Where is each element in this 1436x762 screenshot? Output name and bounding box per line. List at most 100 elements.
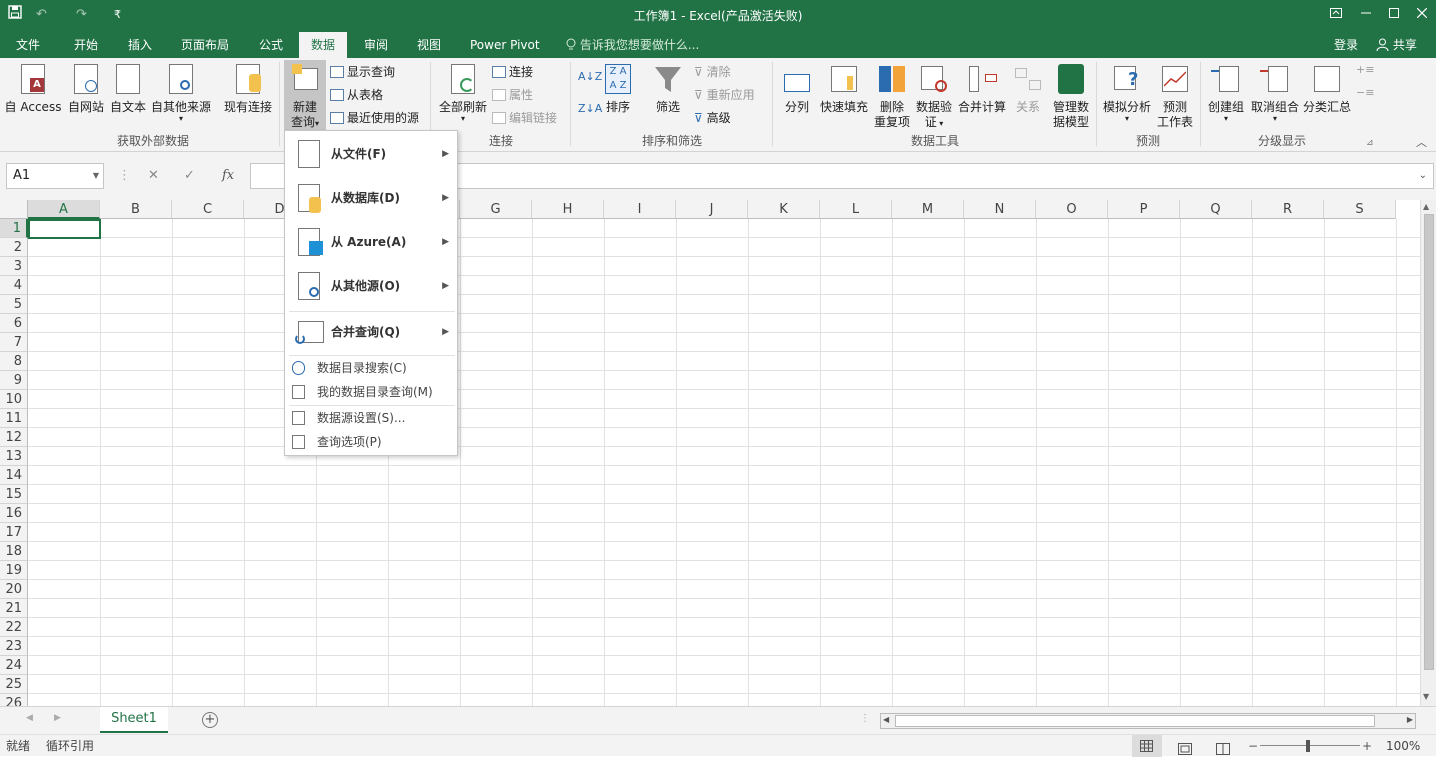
row-header[interactable]: 21 [0,599,28,618]
what-if-analysis-button[interactable]: ? 模拟分析 ▾ [1100,58,1154,123]
horizontal-scrollbar[interactable]: ◀ ▶ [880,713,1416,729]
menu-item-combine-queries[interactable]: 合并查询(Q) ▶ [285,310,457,354]
status-circular-reference[interactable]: 循环引用 [46,735,94,757]
zoom-out-icon[interactable]: − [1248,735,1258,757]
properties-button[interactable]: 属性 [492,86,533,104]
column-header[interactable]: M [892,200,964,219]
subtotal-button[interactable]: 分类汇总 [1302,58,1352,115]
row-header[interactable]: 6 [0,314,28,333]
menu-item-data-source-settings[interactable]: 数据源设置(S)... [285,406,457,430]
recent-sources-button[interactable]: 最近使用的源 [330,109,419,127]
save-icon[interactable] [8,5,22,25]
row-header[interactable]: 8 [0,352,28,371]
column-header[interactable]: R [1252,200,1324,219]
login-button[interactable]: 登录 [1334,32,1358,58]
clear-filter-button[interactable]: ⊽ 清除 [694,63,731,81]
group-button[interactable]: 创建组 ▾ [1204,58,1248,123]
h-scroll-thumb[interactable] [895,715,1375,727]
column-header[interactable]: B [100,200,172,219]
column-header[interactable]: I [604,200,676,219]
scroll-up-icon[interactable]: ▲ [1423,202,1429,211]
row-header[interactable]: 23 [0,637,28,656]
row-header[interactable]: 17 [0,523,28,542]
close-icon[interactable] [1408,0,1436,28]
scroll-right-small-icon[interactable]: ▶ [1407,715,1413,724]
from-access-button[interactable]: A 自 Access [4,58,62,115]
splitter-icon[interactable]: ⋮ [860,713,870,724]
connections-button[interactable]: 连接 [492,63,533,81]
advanced-filter-button[interactable]: ⊽ 高级 [694,109,731,127]
tab-power-pivot[interactable]: Power Pivot [464,32,546,58]
sort-descending-icon[interactable]: Z↓A [578,100,602,118]
sort-button[interactable]: Z AA Z 排序 [602,58,634,115]
redo-icon[interactable]: ↷ [76,5,87,25]
row-header[interactable]: 22 [0,618,28,637]
dialog-launcher-icon[interactable]: ⊿ [1366,134,1374,152]
row-header[interactable]: 16 [0,504,28,523]
row-header[interactable]: 25 [0,675,28,694]
relationships-button[interactable]: 关系 [1010,58,1046,115]
select-all-corner[interactable] [0,200,28,219]
text-to-columns-button[interactable]: 分列 [778,58,816,115]
scroll-thumb[interactable] [1424,214,1434,670]
column-header[interactable]: O [1036,200,1108,219]
worksheet-grid[interactable]: ABCDEFGHIJKLMNOPQRS 12345678910111213141… [0,200,1420,706]
sheet-tab-sheet1[interactable]: Sheet1 [100,707,168,733]
scroll-left-icon[interactable]: ◀ [26,713,33,723]
row-header[interactable]: 5 [0,295,28,314]
row-header[interactable]: 13 [0,447,28,466]
row-header[interactable]: 10 [0,390,28,409]
column-header[interactable]: P [1108,200,1180,219]
row-header[interactable]: 15 [0,485,28,504]
row-header[interactable]: 1 [0,219,28,238]
scroll-down-icon[interactable]: ▼ [1423,692,1429,701]
column-header[interactable]: J [676,200,748,219]
column-header[interactable]: K [748,200,820,219]
scroll-right-icon[interactable]: ▶ [54,713,61,723]
add-sheet-icon[interactable]: + [202,712,218,728]
menu-item-data-catalog-search[interactable]: 数据目录搜索(C) [285,356,457,380]
page-break-view-icon[interactable] [1216,740,1230,762]
menu-item-my-data-catalog-queries[interactable]: 我的数据目录查询(M) [285,380,457,404]
from-text-button[interactable]: 自文本 [108,58,148,115]
manage-data-model-button[interactable]: 管理数 据模型 [1048,58,1094,130]
undo-icon[interactable]: ↶ [36,5,47,25]
filter-button[interactable]: 筛选 [648,58,688,115]
zoom-slider[interactable] [1260,745,1360,746]
tell-me-box[interactable]: 告诉我您想要做什么... [566,32,699,58]
tab-view[interactable]: 视图 [411,32,447,58]
menu-item-from-file[interactable]: 从文件(F) ▶ [285,132,457,176]
collapse-ribbon-icon[interactable]: ︿ [1416,134,1427,152]
column-header[interactable]: N [964,200,1036,219]
name-box[interactable]: A1 ▼ [6,163,104,189]
data-validation-button[interactable]: 数据验 证 ▾ [914,58,954,131]
vertical-scrollbar[interactable]: ▲ ▼ [1420,200,1436,706]
column-header[interactable]: L [820,200,892,219]
cancel-icon[interactable]: ✕ [148,163,159,189]
from-other-sources-button[interactable]: 自其他来源 ▾ [148,58,214,123]
menu-item-from-azure[interactable]: 从 Azure(A) ▶ [285,220,457,264]
row-header[interactable]: 3 [0,257,28,276]
tab-data[interactable]: 数据 [299,32,347,58]
column-header[interactable]: Q [1180,200,1252,219]
row-header[interactable]: 20 [0,580,28,599]
row-header[interactable]: 11 [0,409,28,428]
scroll-left-small-icon[interactable]: ◀ [883,715,889,724]
show-detail-icon[interactable]: +≡ [1356,61,1374,79]
remove-duplicates-button[interactable]: 删除 重复项 [872,58,912,130]
sort-ascending-icon[interactable]: A↓Z [578,68,602,86]
zoom-level[interactable]: 100% [1386,735,1420,757]
tab-formulas[interactable]: 公式 [253,32,289,58]
row-header[interactable]: 24 [0,656,28,675]
customize-qat-icon[interactable]: ₹ [114,5,121,25]
column-header[interactable]: A [28,200,100,219]
minimize-icon[interactable] [1352,0,1380,28]
row-header[interactable]: 18 [0,542,28,561]
tab-page-layout[interactable]: 页面布局 [175,32,235,58]
existing-connections-button[interactable]: 现有连接 [220,58,276,115]
active-cell[interactable] [28,219,101,239]
column-header[interactable]: S [1324,200,1396,219]
zoom-slider-thumb[interactable] [1306,740,1310,752]
zoom-in-icon[interactable]: + [1362,735,1372,757]
page-layout-view-icon[interactable] [1178,740,1192,762]
